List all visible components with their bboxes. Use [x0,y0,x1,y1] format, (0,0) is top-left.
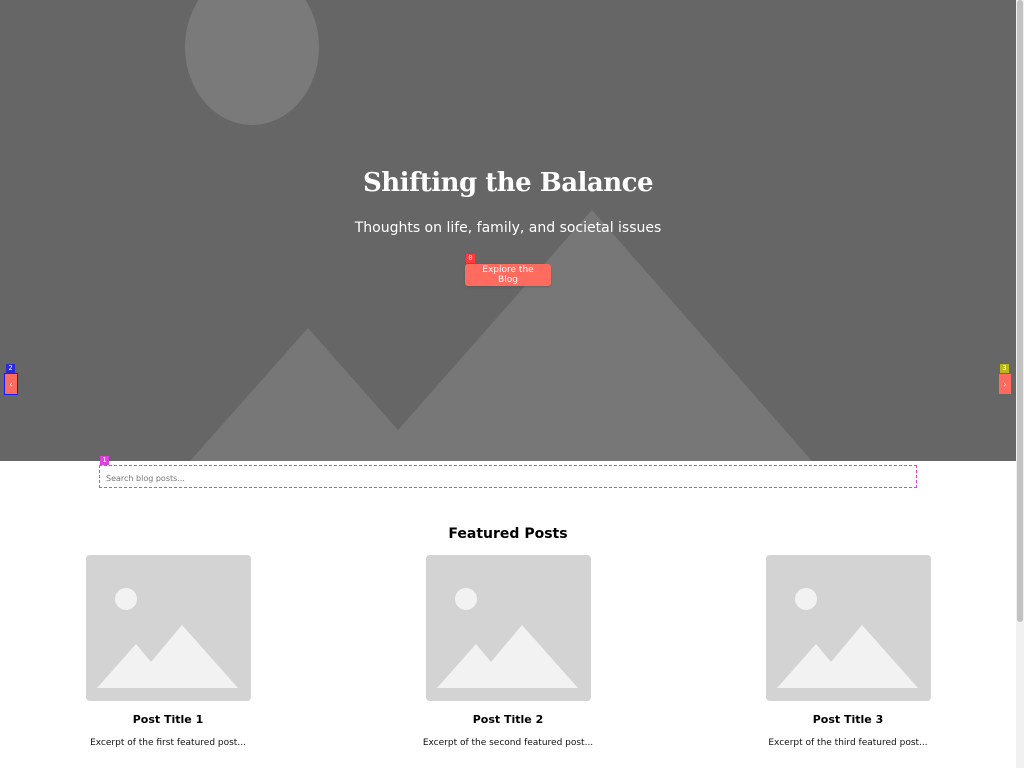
chevron-left-icon: ‹ [9,379,13,389]
search-field-wrapper [99,465,917,489]
hero-banner: Shifting the Balance Thoughts on life, f… [0,0,1016,461]
annotation-badge-0: 0 [466,254,475,263]
annotation-badge-2: 2 [6,364,15,373]
post-title[interactable]: Post Title 1 [40,713,296,726]
featured-posts-heading: Featured Posts [448,526,568,542]
image-placeholder-icon[interactable] [86,555,251,701]
annotation-badge-1: 1 [100,456,109,465]
carousel-next-button[interactable]: › [999,374,1011,394]
post-excerpt: Excerpt of the third featured post... [768,738,928,748]
post-title[interactable]: Post Title 3 [720,713,976,726]
carousel-prev-button[interactable]: ‹ [4,373,18,395]
hero-title: Shifting the Balance [362,168,654,198]
scrollbar-thumb[interactable] [1017,0,1023,622]
search-input[interactable] [100,468,916,489]
chevron-right-icon: › [1003,379,1007,389]
explore-blog-button[interactable]: Explore the Blog [465,264,551,286]
post-title[interactable]: Post Title 2 [380,713,636,726]
image-placeholder-icon[interactable] [766,555,931,701]
annotation-badge-3: 3 [1000,364,1009,373]
hero-subtitle: Thoughts on life, family, and societal i… [354,220,662,236]
post-excerpt: Excerpt of the second featured post... [422,738,594,748]
image-placeholder-icon[interactable] [426,555,591,701]
page-scrollbar[interactable] [1016,0,1024,768]
post-excerpt: Excerpt of the first featured post... [90,738,246,748]
